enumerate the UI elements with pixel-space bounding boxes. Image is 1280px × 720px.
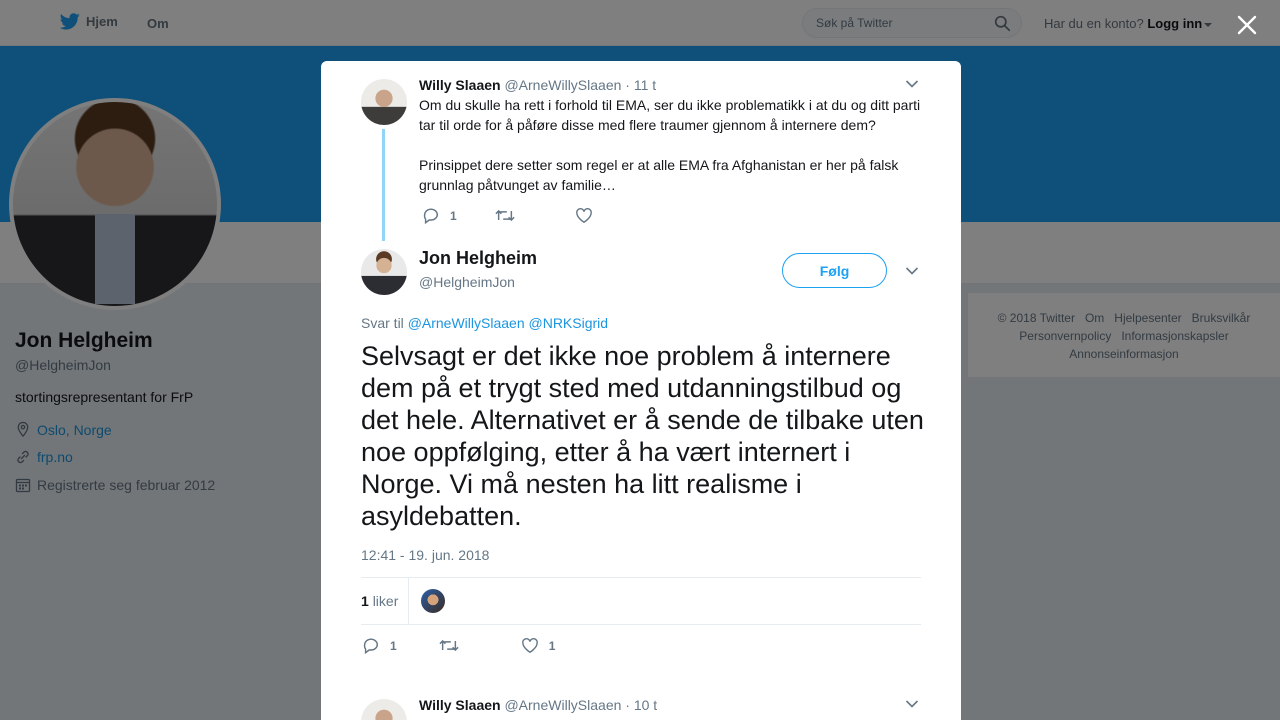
main-tweet-author-name[interactable]: Jon Helgheim [419,248,537,269]
parent-tweet-author-handle[interactable]: @ArneWillySlaaen [504,77,621,93]
parent-tweet-time[interactable]: · 11 t [625,77,656,93]
chevron-down-icon[interactable] [905,699,919,709]
main-like-count: 1 [548,638,556,653]
parent-tweet-author-name[interactable]: Willy Slaaen [419,77,501,93]
reply-icon [423,208,439,224]
heart-icon [521,637,538,653]
reply-prefix: Svar til [361,315,404,331]
next-tweet-avatar[interactable] [361,699,407,720]
tweet-modal: Willy Slaaen @ArneWillySlaaen · 11 t Om … [321,61,961,720]
chevron-down-icon[interactable] [905,79,919,89]
main-tweet-author-handle[interactable]: @HelgheimJon [419,274,515,290]
main-like-button[interactable]: 1 [521,637,556,654]
chevron-down-icon[interactable] [905,266,919,276]
next-tweet-author-name[interactable]: Willy Slaaen [419,697,501,713]
parent-tweet-avatar[interactable] [361,79,407,125]
likes-summary: 1 liker [361,577,921,625]
retweet-icon [439,639,459,652]
main-reply-count: 1 [390,638,397,653]
next-tweet-time[interactable]: · 10 t [625,697,657,713]
next-tweet-header: Willy Slaaen @ArneWillySlaaen · 10 t [419,697,657,713]
liker-avatar[interactable] [421,589,445,613]
follow-button[interactable]: Følg [782,253,887,288]
main-tweet-timestamp[interactable]: 12:41 - 19. jun. 2018 [361,547,489,563]
reply-context: Svar til @ArneWillySlaaen @NRKSigrid [361,315,608,331]
heart-icon [575,207,592,223]
close-icon[interactable] [1236,14,1258,36]
mention-link[interactable]: @NRKSigrid [529,315,609,331]
main-tweet-actions: 1 1 [362,637,555,654]
parent-like-button[interactable] [575,207,603,224]
next-tweet-author-handle[interactable]: @ArneWillySlaaen [504,697,621,713]
reply-icon [363,638,379,654]
parent-tweet-text-2: Prinsippet dere setter som regel er at a… [419,157,899,193]
parent-tweet-actions: 1 [422,207,603,224]
mention-link[interactable]: @ArneWillySlaaen [408,315,525,331]
likes-number: 1 [361,593,369,609]
retweet-icon [495,209,515,222]
main-tweet-text: Selvsagt er det ikke noe problem å inter… [361,341,924,531]
divider [408,578,409,624]
parent-retweet-button[interactable] [495,208,525,223]
thread-connector [382,129,385,241]
parent-reply-count: 1 [450,208,457,223]
likes-label: liker [372,593,399,609]
likes-count[interactable]: 1 liker [361,593,398,609]
main-reply-button[interactable]: 1 [362,637,397,654]
parent-reply-button[interactable]: 1 [422,207,457,224]
parent-tweet-header: Willy Slaaen @ArneWillySlaaen · 11 t [419,77,656,93]
main-tweet-avatar[interactable] [361,249,407,295]
main-retweet-button[interactable] [439,638,469,653]
parent-tweet-text-1: Om du skulle ha rett i forhold til EMA, … [419,97,921,133]
